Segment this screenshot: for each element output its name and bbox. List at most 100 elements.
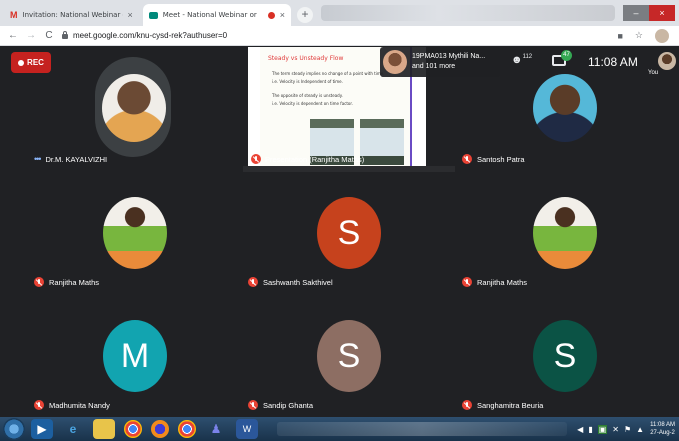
pinned-avatar: [383, 50, 407, 74]
people-button[interactable]: ☻ 112: [511, 54, 532, 66]
network-icon[interactable]: ▮: [588, 425, 592, 434]
participant-name: Ranjitha Maths: [477, 277, 528, 287]
presenter-name: Presentation (Ranjitha Maths): [265, 154, 365, 164]
participant-photo: [102, 74, 166, 142]
participant-name-row: Ranjitha Maths: [34, 275, 99, 289]
media-player-icon[interactable]: ▶: [31, 419, 53, 439]
close-window-button[interactable]: ×: [649, 5, 675, 21]
participant-letter-avatar: S: [317, 320, 381, 392]
star-icon[interactable]: ☆: [635, 30, 643, 41]
taskbar-clock[interactable]: 11:08 AM 27-Aug-2: [650, 421, 675, 437]
browser-tab-bar: M Invitation: National Webinar on × Meet…: [0, 0, 679, 26]
presentation-name-row: Presentation (Ranjitha Maths): [251, 152, 364, 166]
volume-icon[interactable]: ◀: [577, 425, 583, 434]
reload-icon[interactable]: C: [44, 30, 54, 41]
lock-icon: [62, 31, 68, 39]
meeting-clock: 11:08 AM: [588, 55, 638, 69]
slide-title: Steady vs Unsteady Flow: [268, 55, 344, 62]
participant-name-row: Sanghamitra Beuria: [462, 398, 543, 412]
mic-off-icon: [34, 400, 44, 410]
participant-name: Sanghamitra Beuria: [477, 400, 544, 410]
close-tab-icon[interactable]: ×: [128, 10, 133, 20]
meet-icon: [148, 11, 158, 19]
chrome-icon[interactable]: [178, 420, 196, 438]
participant-letter-avatar: S: [533, 320, 597, 392]
mic-off-icon: [462, 400, 472, 410]
participant-photo: [533, 197, 597, 269]
firefox-icon[interactable]: [151, 420, 169, 438]
participant-name-row: Santosh Patra: [462, 152, 525, 166]
tab-invitation[interactable]: M Invitation: National Webinar on ×: [4, 4, 139, 26]
flag-icon[interactable]: ⚑: [624, 425, 631, 434]
pinned-more: and 101 more: [412, 63, 456, 70]
slide-line: The term steady implies no change of a p…: [272, 71, 385, 76]
profile-avatar[interactable]: [655, 28, 669, 43]
forward-arrow-icon[interactable]: →: [26, 30, 36, 41]
teams-icon[interactable]: ♟: [205, 419, 227, 439]
signal-icon[interactable]: ▲: [636, 425, 644, 434]
address-bar: ← → C meet.google.com/knu-cysd-rek?authu…: [0, 26, 679, 46]
participant-name-row: Sashwanth Sakthivel: [248, 275, 333, 289]
tab-label: Meet - National Webinar or: [162, 11, 257, 19]
tools-icon[interactable]: ✕: [612, 425, 619, 434]
mic-off-icon: [248, 400, 258, 410]
taskbar: ▶ e ♟ W ◀ ▮ ▣ ✕ ⚑ ▲ 11:08 AM 27-Aug-2: [0, 417, 679, 441]
screen: M Invitation: National Webinar on × Meet…: [0, 0, 679, 441]
participant-photo: [103, 197, 167, 269]
taskbar-time: 11:08 AM: [650, 422, 675, 428]
participant-letter-avatar: S: [317, 197, 381, 269]
mic-off-icon: [34, 277, 44, 287]
participant-name-row: Madhumita Nandy: [34, 398, 110, 412]
participant-name-row: Sandip Ghanta: [248, 398, 313, 412]
mic-off-icon: [248, 277, 258, 287]
slide-line: The opposite of steady is unsteady.: [272, 93, 343, 98]
participant-photo: [533, 74, 597, 142]
tab-strip-empty: [321, 5, 615, 21]
camera-icon[interactable]: ■: [617, 31, 622, 41]
participant-name: Sandip Ghanta: [263, 400, 314, 410]
people-icon: ☻: [511, 54, 523, 66]
minimize-button[interactable]: –: [623, 5, 649, 21]
rec-label: REC: [27, 58, 44, 67]
start-button[interactable]: [3, 418, 25, 440]
recording-indicator-icon: [267, 11, 275, 19]
file-explorer-icon[interactable]: [93, 419, 115, 439]
participant-letter-avatar: M: [103, 320, 167, 392]
participant-name: Santosh Patra: [477, 154, 525, 164]
word-icon[interactable]: W: [236, 419, 258, 439]
participant-name: Sashwanth Sakthivel: [263, 277, 333, 287]
people-count: 112: [522, 54, 533, 60]
internet-explorer-icon[interactable]: e: [62, 419, 84, 439]
new-tab-button[interactable]: +: [297, 7, 314, 23]
mic-off-icon: [462, 277, 472, 287]
waterfall-image: [360, 119, 404, 165]
tab-label: Invitation: National Webinar on: [22, 11, 123, 19]
participant-name: Ranjitha Maths: [49, 277, 100, 287]
chrome-icon[interactable]: [124, 420, 142, 438]
pinned-name: 19PMA013 Mythili Na...: [412, 53, 486, 60]
chat-badge: 47: [561, 50, 572, 61]
slide-line: i.e. Velocity is Independent of time.: [272, 79, 343, 84]
app-tray-icon[interactable]: ▣: [597, 424, 608, 434]
gmail-icon: M: [10, 10, 18, 20]
speaking-indicator-icon: •••: [34, 154, 42, 164]
system-tray: ◀ ▮ ▣ ✕ ⚑ ▲: [577, 424, 644, 434]
mic-off-icon: [251, 154, 261, 164]
back-arrow-icon[interactable]: ←: [8, 30, 18, 41]
taskbar-date: 27-Aug-2: [650, 430, 675, 436]
pinned-participant-card[interactable]: 19PMA013 Mythili Na... and 101 more: [380, 47, 500, 77]
presentation-bar: [243, 166, 455, 172]
slide-line: i.e. Velocity is dependent on time facto…: [272, 101, 353, 106]
tab-meet[interactable]: Meet - National Webinar or ×: [142, 4, 292, 26]
participant-name-row: Ranjitha Maths: [462, 275, 527, 289]
you-label: You: [648, 70, 659, 76]
recording-badge: REC: [11, 52, 51, 73]
participant-name-row: ••• Dr.M. KAYALVIZHI: [34, 152, 107, 166]
participant-name: Madhumita Nandy: [49, 400, 110, 410]
participant-name: Dr.M. KAYALVIZHI: [45, 154, 108, 164]
url-text: meet.google.com/knu-cysd-rek?authuser=0: [73, 31, 228, 40]
mic-off-icon: [462, 154, 472, 164]
url-field[interactable]: meet.google.com/knu-cysd-rek?authuser=0: [62, 31, 609, 40]
self-avatar[interactable]: [658, 52, 676, 70]
close-tab-icon[interactable]: ×: [280, 10, 285, 20]
